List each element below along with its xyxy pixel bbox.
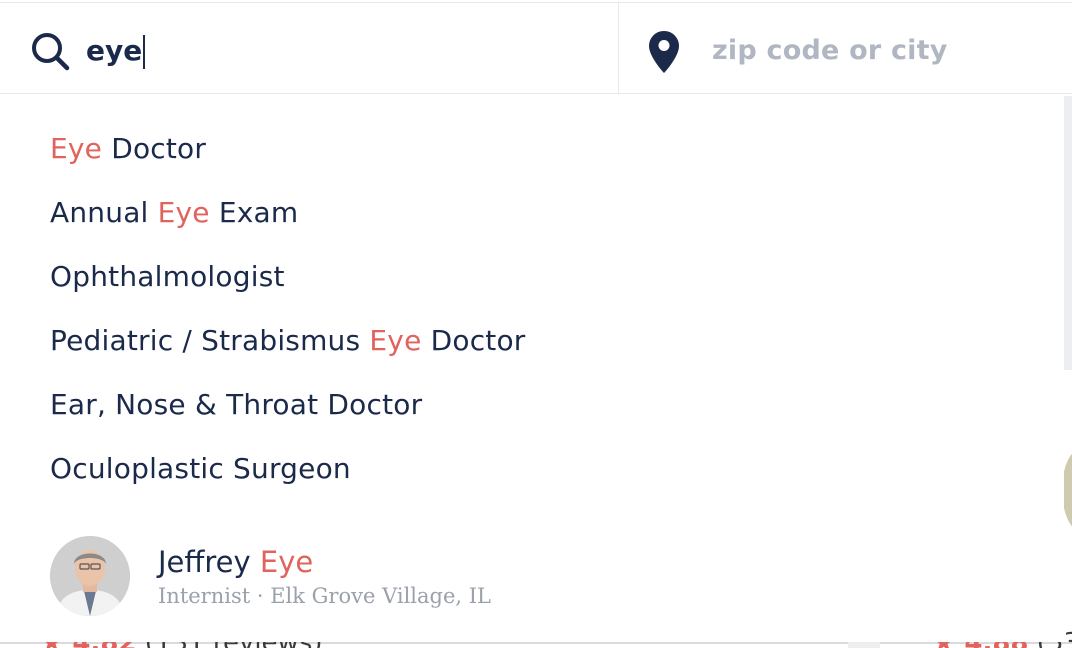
text-caret [143,35,146,69]
doctor-specialty-location: Internist · Elk Grove Village, IL [158,584,492,608]
background-page-edge [1064,96,1072,370]
location-pin-icon [649,31,679,73]
suggestion-item[interactable]: Eye Doctor [50,129,206,169]
suggestion-item[interactable]: Ophthalmologist [50,257,285,297]
doctor-photo [50,536,130,616]
avatar [50,536,130,616]
location-input[interactable]: zip code or city [712,29,948,73]
search-bar: eye zip code or city [0,2,1072,94]
search-input[interactable]: eye [86,29,146,73]
autocomplete-dropdown: Eye Doctor Annual Eye Exam Ophthalmologi… [0,95,1064,642]
search-field[interactable]: eye [0,3,619,93]
suggestion-item[interactable]: Ear, Nose & Throat Doctor [50,385,422,425]
suggestion-item[interactable]: Annual Eye Exam [50,193,298,233]
suggestion-item[interactable]: Pediatric / Strabismus Eye Doctor [50,321,526,361]
search-icon [32,33,70,71]
doctor-name: Jeffrey Eye [158,545,314,579]
doctor-suggestion[interactable]: Jeffrey Eye Internist · Elk Grove Villag… [50,536,750,616]
suggestion-item[interactable]: Oculoplastic Surgeon [50,449,351,489]
